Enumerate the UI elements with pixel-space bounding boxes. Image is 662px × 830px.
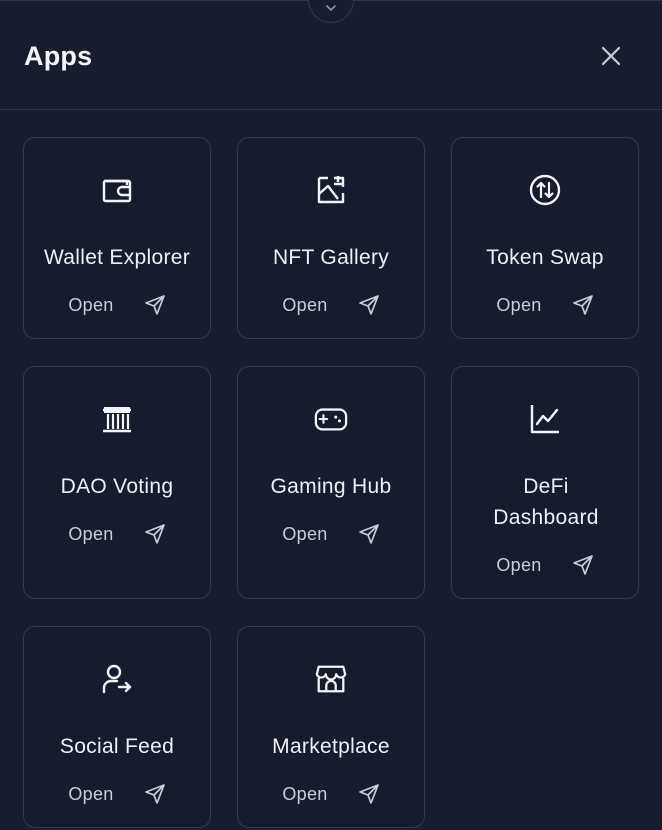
send-icon[interactable] <box>144 783 166 805</box>
app-actions: Open <box>24 290 210 320</box>
chart-line-icon <box>528 402 562 436</box>
app-actions: Open <box>24 519 210 549</box>
send-icon[interactable] <box>144 523 166 545</box>
send-icon[interactable] <box>358 523 380 545</box>
store-icon <box>314 662 348 696</box>
app-actions: Open <box>238 519 424 549</box>
app-name: NFT Gallery <box>272 246 390 269</box>
open-button[interactable]: Open <box>282 295 327 316</box>
open-button[interactable]: Open <box>68 295 113 316</box>
app-name: DeFi Dashboard <box>493 475 599 529</box>
app-actions: Open <box>238 290 424 320</box>
app-card-token-swap[interactable]: Token Swap Open <box>451 137 639 339</box>
app-name: Wallet Explorer <box>43 246 191 269</box>
send-icon[interactable] <box>144 294 166 316</box>
open-button[interactable]: Open <box>496 555 541 576</box>
open-button[interactable]: Open <box>496 295 541 316</box>
app-actions: Open <box>238 779 424 809</box>
app-actions: Open <box>452 550 638 580</box>
open-button[interactable]: Open <box>282 784 327 805</box>
swap-icon <box>528 173 562 207</box>
gallery-icon <box>314 173 348 207</box>
app-actions: Open <box>452 290 638 320</box>
apps-sheet: Apps Wallet Explorer Open NFT Gallery Op… <box>0 0 662 830</box>
send-icon[interactable] <box>358 294 380 316</box>
sheet-header: Apps <box>0 1 662 110</box>
gamepad-icon <box>314 402 348 436</box>
send-icon[interactable] <box>358 783 380 805</box>
page-title: Apps <box>24 41 93 71</box>
close-icon <box>601 46 621 66</box>
app-card-marketplace[interactable]: Marketplace Open <box>237 626 425 828</box>
app-card-wallet-explorer[interactable]: Wallet Explorer Open <box>23 137 211 339</box>
app-name: Token Swap <box>486 246 604 269</box>
send-icon[interactable] <box>572 554 594 576</box>
app-name: Marketplace <box>272 735 390 758</box>
app-name: Gaming Hub <box>270 475 392 498</box>
open-button[interactable]: Open <box>68 524 113 545</box>
app-card-dao-voting[interactable]: DAO Voting Open <box>23 366 211 599</box>
app-card-social-feed[interactable]: Social Feed Open <box>23 626 211 828</box>
bank-icon <box>100 402 134 436</box>
wallet-icon <box>100 173 134 207</box>
app-card-defi-dashboard[interactable]: DeFi Dashboard Open <box>451 366 639 599</box>
open-button[interactable]: Open <box>282 524 327 545</box>
app-card-gaming-hub[interactable]: Gaming Hub Open <box>237 366 425 599</box>
close-button[interactable] <box>596 41 626 71</box>
app-card-nft-gallery[interactable]: NFT Gallery Open <box>237 137 425 339</box>
open-button[interactable]: Open <box>68 784 113 805</box>
send-icon[interactable] <box>572 294 594 316</box>
app-actions: Open <box>24 779 210 809</box>
app-name: DAO Voting <box>60 475 174 498</box>
user-share-icon <box>100 662 134 696</box>
app-name: Social Feed <box>59 735 175 758</box>
